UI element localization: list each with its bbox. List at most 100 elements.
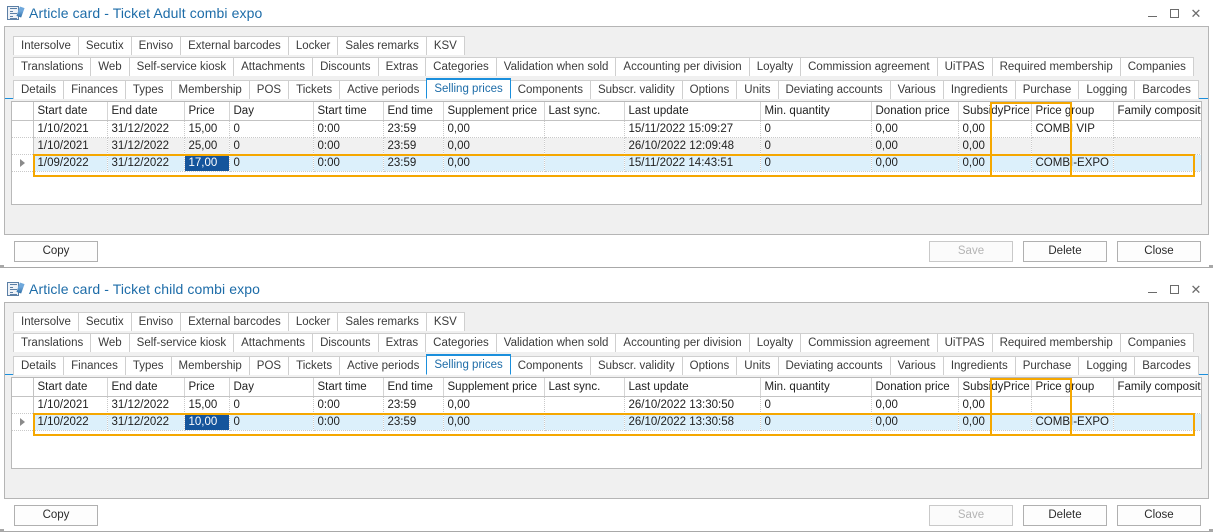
cell-end-time[interactable]: 23:59	[383, 396, 443, 413]
minimize-icon[interactable]	[1141, 278, 1163, 300]
col-subsidy-price[interactable]: SubsidyPrice	[958, 102, 1031, 120]
save-button[interactable]: Save	[929, 241, 1013, 262]
col-donation-price[interactable]: Donation price	[871, 102, 958, 120]
col-subsidy-price[interactable]: SubsidyPrice	[958, 378, 1031, 396]
close-button[interactable]: Close	[1117, 505, 1201, 526]
cell-last-sync[interactable]	[544, 396, 624, 413]
tab-purchase[interactable]: Purchase	[1015, 356, 1080, 375]
cell-price[interactable]: 25,00	[184, 137, 229, 154]
tab-components[interactable]: Components	[510, 356, 591, 375]
tab-self-service-kiosk[interactable]: Self-service kiosk	[129, 333, 234, 352]
table-row-selected[interactable]: 1/09/2022 31/12/2022 17,00 0 0:00 23:59 …	[12, 154, 1202, 171]
tab-secutix[interactable]: Secutix	[78, 312, 132, 331]
tab-finances[interactable]: Finances	[63, 356, 126, 375]
cell-min-quantity[interactable]: 0	[760, 413, 871, 430]
tab-accounting-per-division[interactable]: Accounting per division	[615, 57, 749, 76]
cell-end-time[interactable]: 23:59	[383, 120, 443, 137]
col-end-time[interactable]: End time	[383, 102, 443, 120]
cell-start-date[interactable]: 1/10/2021	[33, 396, 107, 413]
cell-price-group[interactable]	[1031, 137, 1113, 154]
cell-donation-price[interactable]: 0,00	[871, 137, 958, 154]
table-row-selected[interactable]: 1/10/2022 31/12/2022 10,00 0 0:00 23:59 …	[12, 413, 1202, 430]
tab-pos[interactable]: POS	[249, 80, 289, 99]
tab-units[interactable]: Units	[736, 356, 778, 375]
tab-uitpas[interactable]: UiTPAS	[937, 333, 993, 352]
cell-last-update[interactable]: 26/10/2022 13:30:58	[624, 413, 760, 430]
tab-components[interactable]: Components	[510, 80, 591, 99]
cell-supplement-price[interactable]: 0,00	[443, 154, 544, 171]
copy-button[interactable]: Copy	[14, 241, 98, 262]
tab-details[interactable]: Details	[13, 80, 64, 99]
cell-price-group[interactable]: COMBI-EXPO	[1031, 413, 1113, 430]
col-last-sync[interactable]: Last sync.	[544, 102, 624, 120]
cell-start-date[interactable]: 1/10/2021	[33, 137, 107, 154]
cell-price-group[interactable]: COMBI VIP	[1031, 120, 1113, 137]
tab-loyalty[interactable]: Loyalty	[749, 57, 801, 76]
tab-attachments[interactable]: Attachments	[233, 333, 313, 352]
col-start-time[interactable]: Start time	[313, 102, 383, 120]
tab-secutix[interactable]: Secutix	[78, 36, 132, 55]
tab-types[interactable]: Types	[125, 80, 172, 99]
cell-end-date[interactable]: 31/12/2022	[107, 154, 184, 171]
col-min-quantity[interactable]: Min. quantity	[760, 378, 871, 396]
cell-last-sync[interactable]	[544, 154, 624, 171]
col-supplement-price[interactable]: Supplement price	[443, 378, 544, 396]
close-button[interactable]: Close	[1117, 241, 1201, 262]
tab-intersolve[interactable]: Intersolve	[13, 312, 79, 331]
tab-pos[interactable]: POS	[249, 356, 289, 375]
tab-enviso[interactable]: Enviso	[131, 36, 182, 55]
tab-self-service-kiosk[interactable]: Self-service kiosk	[129, 57, 234, 76]
tab-options[interactable]: Options	[682, 356, 738, 375]
tab-logging[interactable]: Logging	[1078, 356, 1135, 375]
cell-last-update[interactable]: 15/11/2022 14:43:51	[624, 154, 760, 171]
tab-finances[interactable]: Finances	[63, 80, 126, 99]
tab-attachments[interactable]: Attachments	[233, 57, 313, 76]
col-price[interactable]: Price	[184, 378, 229, 396]
cell-day[interactable]: 0	[229, 413, 313, 430]
tab-barcodes[interactable]: Barcodes	[1134, 80, 1199, 99]
delete-button[interactable]: Delete	[1023, 505, 1107, 526]
close-icon[interactable]: ✕	[1185, 2, 1207, 24]
tab-ingredients[interactable]: Ingredients	[943, 356, 1016, 375]
tab-companies[interactable]: Companies	[1120, 333, 1194, 352]
col-family-composition[interactable]: Family composition	[1113, 378, 1202, 396]
tab-categories[interactable]: Categories	[425, 333, 497, 352]
tab-tickets[interactable]: Tickets	[288, 356, 340, 375]
tab-external-barcodes[interactable]: External barcodes	[180, 312, 289, 331]
tab-purchase[interactable]: Purchase	[1015, 80, 1080, 99]
cell-start-time[interactable]: 0:00	[313, 413, 383, 430]
cell-day[interactable]: 0	[229, 396, 313, 413]
col-donation-price[interactable]: Donation price	[871, 378, 958, 396]
cell-day[interactable]: 0	[229, 120, 313, 137]
col-day[interactable]: Day	[229, 378, 313, 396]
cell-subsidy-price[interactable]: 0,00	[958, 120, 1031, 137]
cell-end-date[interactable]: 31/12/2022	[107, 413, 184, 430]
cell-family-composition[interactable]	[1113, 137, 1202, 154]
tab-extras[interactable]: Extras	[378, 57, 427, 76]
tab-ksv[interactable]: KSV	[426, 36, 465, 55]
tab-commission-agreement[interactable]: Commission agreement	[800, 333, 937, 352]
col-supplement-price[interactable]: Supplement price	[443, 102, 544, 120]
col-last-update[interactable]: Last update	[624, 102, 760, 120]
col-price[interactable]: Price	[184, 102, 229, 120]
tab-locker[interactable]: Locker	[288, 312, 339, 331]
tab-options[interactable]: Options	[682, 80, 738, 99]
tab-companies[interactable]: Companies	[1120, 57, 1194, 76]
tab-tickets[interactable]: Tickets	[288, 80, 340, 99]
cell-start-date[interactable]: 1/10/2022	[33, 413, 107, 430]
col-price-group[interactable]: Price group	[1031, 102, 1113, 120]
tab-types[interactable]: Types	[125, 356, 172, 375]
cell-donation-price[interactable]: 0,00	[871, 396, 958, 413]
tab-loyalty[interactable]: Loyalty	[749, 333, 801, 352]
tab-active-periods[interactable]: Active periods	[339, 80, 427, 99]
cell-start-time[interactable]: 0:00	[313, 396, 383, 413]
cell-start-time[interactable]: 0:00	[313, 154, 383, 171]
cell-day[interactable]: 0	[229, 137, 313, 154]
cell-last-sync[interactable]	[544, 137, 624, 154]
table-row[interactable]: 1/10/2021 31/12/2022 25,00 0 0:00 23:59 …	[12, 137, 1202, 154]
tab-categories[interactable]: Categories	[425, 57, 497, 76]
cell-start-date[interactable]: 1/09/2022	[33, 154, 107, 171]
cell-subsidy-price[interactable]: 0,00	[958, 137, 1031, 154]
tab-uitpas[interactable]: UiTPAS	[937, 57, 993, 76]
cell-price-selected[interactable]: 17,00	[184, 154, 229, 171]
